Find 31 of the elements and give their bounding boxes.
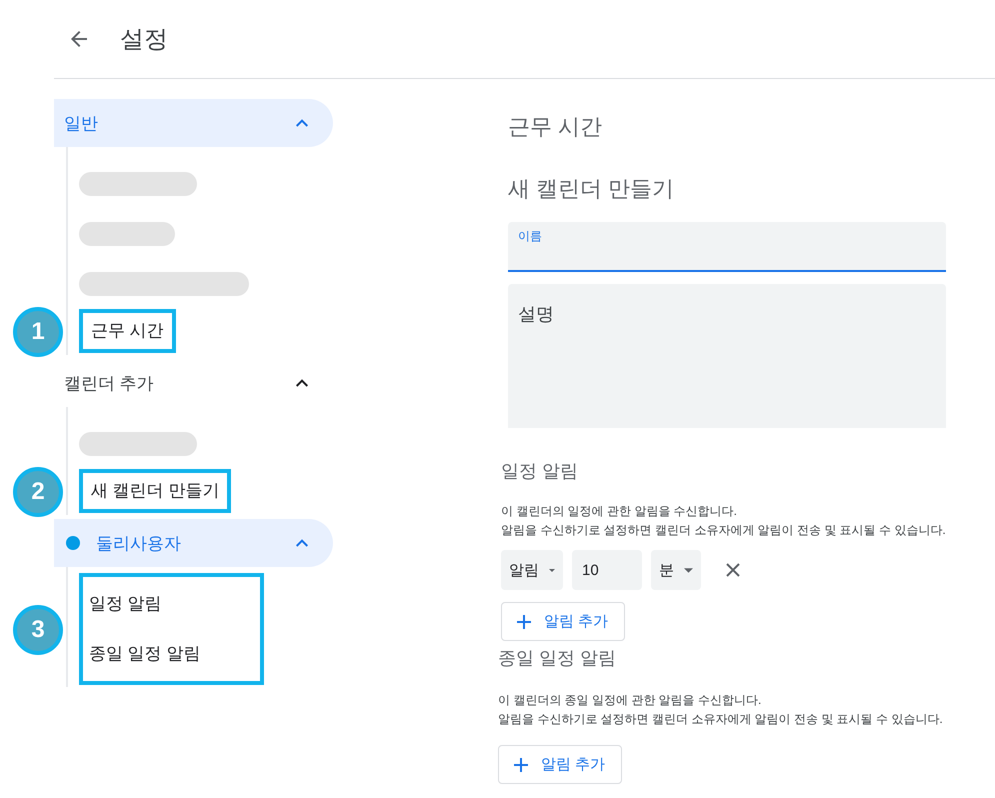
unit-dropdown[interactable]: 분 <box>651 550 701 590</box>
plus-icon <box>513 756 529 772</box>
plus-icon <box>516 614 532 630</box>
sidebar-item[interactable]: 종일 일정 알림 <box>89 629 200 679</box>
sidebar-item[interactable]: 근무 시간 <box>91 315 164 347</box>
page-title: 설정 <box>120 25 168 55</box>
add-notification-button[interactable]: 알림 추가 <box>501 602 626 641</box>
close-icon <box>726 563 740 577</box>
step-badge: 2 <box>13 467 63 517</box>
description-text: 이 캘린더의 일정에 관한 알림을 수신합니다. <box>501 503 738 520</box>
caret-icon <box>549 568 555 572</box>
description-text: 이 캘린더의 종일 일정에 관한 알림을 수신합니다. <box>498 692 762 709</box>
step-badge: 3 <box>13 605 63 655</box>
add-notification-button[interactable]: 알림 추가 <box>498 745 622 784</box>
sidebar-section[interactable]: 일반 <box>54 99 333 147</box>
description-field[interactable]: 설명 <box>508 284 946 428</box>
sidebar-section[interactable]: 캘린더 추가 <box>54 359 333 407</box>
section-title: 근무 시간 <box>508 113 604 141</box>
caret-icon <box>684 568 693 572</box>
section-title: 종일 일정 알림 <box>498 647 618 670</box>
section-title: 새 캘린더 만들기 <box>508 175 676 203</box>
section-title: 일정 알림 <box>501 460 580 483</box>
sidebar-section[interactable]: 둘리사용자 <box>54 519 333 567</box>
step-badge: 1 <box>13 307 63 357</box>
minutes-input[interactable]: 10 <box>572 550 642 590</box>
sidebar-item[interactable]: 새 캘린더 만들기 <box>91 475 220 507</box>
description-text: 알림을 수신하기로 설정하면 캘린더 소유자에게 알림이 전송 및 표시될 수 있습니다. <box>498 711 944 728</box>
sidebar-item[interactable]: 일정 알림 <box>89 579 200 629</box>
name-input-field[interactable]: 이름 <box>508 222 946 272</box>
method-dropdown[interactable]: 알림 <box>501 550 563 590</box>
description-text: 알림을 수신하기로 설정하면 캘린더 소유자에게 알림이 전송 및 표시될 수 있습니다. <box>501 522 947 539</box>
